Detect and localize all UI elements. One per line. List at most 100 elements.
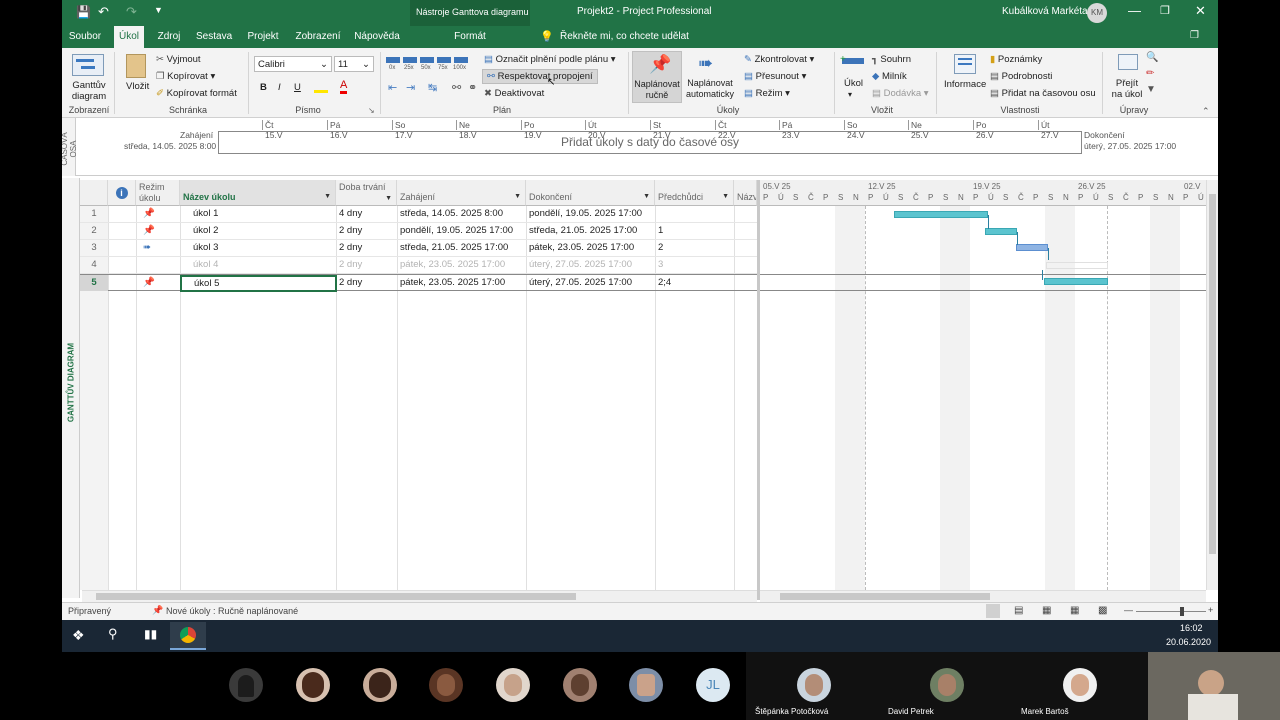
finish-cell[interactable]: úterý, 27.05. 2025 17:00 <box>526 275 655 291</box>
task-bar[interactable] <box>894 211 988 218</box>
move-button[interactable]: ▤ Přesunout ▾ <box>744 71 806 82</box>
find-icon[interactable]: 🔍 <box>1146 52 1158 63</box>
row-id[interactable]: 3 <box>80 240 108 256</box>
participant-avatar[interactable] <box>797 668 831 702</box>
clock-time[interactable]: 16:02 <box>1180 623 1203 633</box>
tell-me-input[interactable]: Řekněte mi, co chcete udělat <box>560 31 689 42</box>
tab-soubor[interactable]: Soubor <box>66 26 104 48</box>
save-icon[interactable]: 💾 <box>76 5 91 19</box>
tab-ukol[interactable]: Úkol <box>114 26 144 48</box>
format-painter-button[interactable]: ✐ Kopírovat formát <box>156 88 237 99</box>
italic-button[interactable]: I <box>278 82 281 93</box>
duration-cell[interactable]: 2 dny <box>336 240 397 256</box>
task-name-cell-active[interactable]: úkol 5 <box>180 275 337 292</box>
participant-avatar[interactable] <box>629 668 663 702</box>
tab-projekt[interactable]: Projekt <box>244 26 282 48</box>
fill-icon[interactable]: ▼ <box>1146 84 1156 95</box>
task-insert-icon[interactable]: + <box>840 54 866 72</box>
tab-sestava[interactable]: Sestava <box>196 26 232 48</box>
predecessors-cell[interactable]: 1 <box>655 223 734 239</box>
gantt-chart-icon[interactable] <box>72 54 104 76</box>
table-row-inactive[interactable]: 4 úkol 4 2 dny pátek, 23.05. 2025 17:00 … <box>80 257 757 274</box>
participant-avatar[interactable] <box>496 668 530 702</box>
filter-arrow-icon[interactable]: ▼ <box>324 193 331 200</box>
task-name-cell[interactable]: úkol 1 <box>190 206 336 222</box>
name-header[interactable]: Název úkolu ▼ <box>180 180 336 206</box>
redo-icon[interactable]: ↷ <box>126 4 137 20</box>
mode-header[interactable]: Režim úkolu <box>136 180 180 206</box>
information-button[interactable]: Informace <box>944 79 986 90</box>
predecessors-header[interactable]: Předchůdci ▼ <box>655 180 734 206</box>
participant-avatar[interactable] <box>363 668 397 702</box>
participant-avatar[interactable] <box>563 668 597 702</box>
task-bar[interactable] <box>1016 244 1048 251</box>
scrollbar-thumb[interactable] <box>1209 194 1216 554</box>
start-cell[interactable]: pátek, 23.05. 2025 17:00 <box>397 257 526 273</box>
underline-button[interactable]: U <box>294 82 301 93</box>
task-bar[interactable] <box>1044 278 1108 285</box>
start-cell[interactable]: pátek, 23.05. 2025 17:00 <box>397 275 526 291</box>
filter-arrow-icon[interactable]: ▼ <box>643 193 650 200</box>
font-dialog-launcher-icon[interactable]: ↘ <box>368 106 375 115</box>
zoom-in-icon[interactable]: + <box>1208 605 1213 615</box>
participant-avatar[interactable] <box>1063 668 1097 702</box>
table-row[interactable]: 1 📌 úkol 1 4 dny středa, 14.05. 2025 8:0… <box>80 206 757 223</box>
participant-avatar[interactable] <box>229 668 263 702</box>
summary-button[interactable]: ┓ Souhrn <box>872 54 911 65</box>
pct-50-icon[interactable] <box>420 57 434 63</box>
ribbon-options-icon[interactable]: ❐ <box>1190 30 1199 41</box>
filter-arrow-icon[interactable]: ▼ <box>385 193 392 204</box>
finish-cell[interactable]: pátek, 23.05. 2025 17:00 <box>526 240 655 256</box>
filter-arrow-icon[interactable]: ▼ <box>722 193 729 200</box>
gantt-vertical-scrollbar[interactable] <box>1206 180 1218 590</box>
inspect-button[interactable]: ✎ Zkontrolovat ▾ <box>744 54 814 65</box>
zoom-slider-thumb[interactable] <box>1180 607 1184 616</box>
paste-button[interactable]: Vložit <box>126 81 149 92</box>
font-color-icon[interactable]: A <box>340 79 348 94</box>
outdent-icon[interactable]: ⇤ <box>388 81 397 94</box>
task-insert-button[interactable]: Úkol <box>844 78 863 89</box>
tab-zobrazeni[interactable]: Zobrazení <box>294 26 342 48</box>
task-usage-icon[interactable]: ▤ <box>1014 605 1023 616</box>
row-id[interactable]: 2 <box>80 223 108 239</box>
chevron-down-icon[interactable]: ▾ <box>848 90 852 99</box>
grid-horizontal-scrollbar[interactable] <box>82 590 757 602</box>
split-task-icon[interactable]: ↹ <box>428 81 437 94</box>
start-cell[interactable]: pondělí, 19.05. 2025 17:00 <box>397 223 526 239</box>
goto-task-button[interactable]: Přejít na úkol <box>1110 78 1144 100</box>
table-row-selected[interactable]: 5 📌 úkol 5 2 dny pátek, 23.05. 2025 17:0… <box>80 274 757 292</box>
paste-icon[interactable] <box>126 54 146 78</box>
schedule-manually-button[interactable]: 📌 Naplánovat ručně <box>632 51 682 103</box>
goto-task-icon[interactable] <box>1118 54 1138 70</box>
gantt-chart-button[interactable]: Ganttův diagram <box>68 80 110 102</box>
predecessors-cell[interactable]: 2 <box>655 240 734 256</box>
tab-zdroj[interactable]: Zdroj <box>154 26 184 48</box>
auto-schedule-button[interactable]: ➠ Naplánovat automaticky <box>684 51 736 103</box>
duration-cell[interactable]: 2 dny <box>336 257 397 273</box>
predecessors-cell[interactable]: 2;4 <box>655 275 734 291</box>
pct-100-icon[interactable] <box>454 57 468 63</box>
finish-header[interactable]: Dokončení ▼ <box>526 180 655 206</box>
undo-icon[interactable]: ↶ <box>98 4 109 20</box>
information-icon[interactable] <box>954 54 976 74</box>
filter-arrow-icon[interactable]: ▼ <box>514 193 521 200</box>
table-row[interactable]: 2 📌 úkol 2 2 dny pondělí, 19.05. 2025 17… <box>80 223 757 240</box>
clock-date[interactable]: 20.06.2020 <box>1166 637 1211 647</box>
row-id[interactable]: 4 <box>80 257 108 273</box>
restore-icon[interactable]: ❐ <box>1160 4 1170 17</box>
font-size-select[interactable]: 11 ⌄ <box>334 56 374 72</box>
finish-cell[interactable]: pondělí, 19.05. 2025 17:00 <box>526 206 655 222</box>
participant-avatar-initials[interactable]: JL <box>696 668 730 702</box>
milestone-button[interactable]: ◆ Milník <box>872 71 907 82</box>
mark-on-track-button[interactable]: ▤ Označit plnění podle plánu ▾ <box>484 54 616 65</box>
mode-button[interactable]: ▤ Režim ▾ <box>744 88 790 99</box>
tab-napoveda[interactable]: Nápověda <box>354 26 400 48</box>
pct-25-icon[interactable] <box>403 57 417 63</box>
duration-cell[interactable]: 2 dny <box>336 275 397 291</box>
indent-icon[interactable]: ⇥ <box>406 81 415 94</box>
start-header[interactable]: Zahájení ▼ <box>397 180 526 206</box>
respect-links-button[interactable]: ⚯ Respektovat propojení <box>482 69 598 84</box>
participant-avatar[interactable] <box>429 668 463 702</box>
minimize-icon[interactable]: — <box>1128 3 1141 18</box>
zoom-out-icon[interactable]: — <box>1124 605 1133 615</box>
